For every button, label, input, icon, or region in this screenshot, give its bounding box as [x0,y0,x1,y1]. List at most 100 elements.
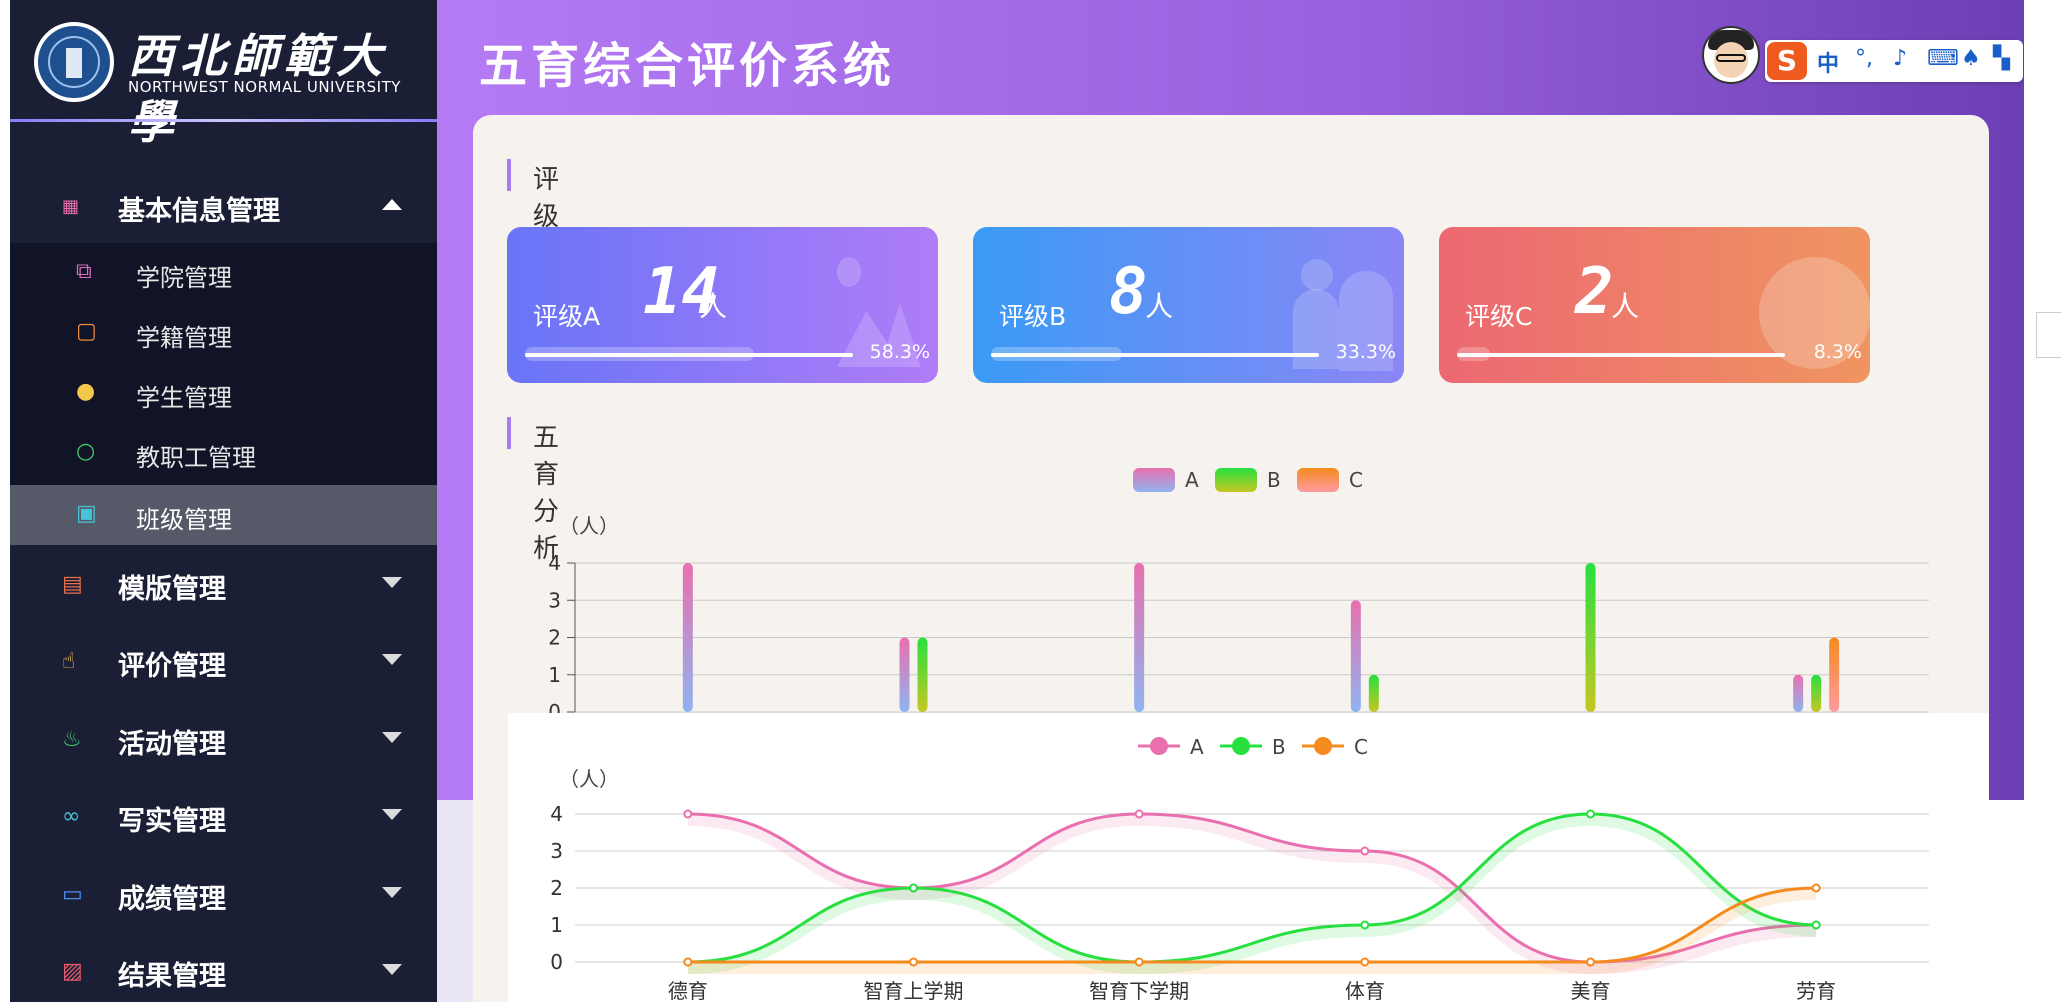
keyboard-icon[interactable]: ⌨ [1927,46,1959,71]
grade-unit: 人 [1611,290,1640,323]
legend-marker [1232,737,1250,755]
nav-group-evaluation[interactable]: ☝ 评价管理 [10,622,437,698]
y-tick-label: 4 [548,551,561,575]
toolbox-icon[interactable]: ▚ [1993,46,2010,71]
grade-unit: 人 [699,290,728,323]
nav-group-template[interactable]: ▤ 模版管理 [10,545,437,621]
punctuation-icon[interactable]: °, [1855,46,1873,71]
sidebar-item-label: 学籍管理 [136,324,232,352]
ime-mode-button[interactable]: 中 [1817,46,1839,78]
bar-a [682,563,693,712]
nav-group-activity[interactable]: ♨ 活动管理 [10,700,437,776]
grade-label: 评级A [533,302,601,331]
grade-card-c: 评级C 2 人 8.3% [1439,227,1870,383]
university-logo: 西北師範大學 NORTHWEST NORMAL UNIVERSITY [10,0,437,149]
avatar[interactable] [1702,26,1760,84]
data-point-b [1586,809,1595,819]
sidebar-item-label: 学生管理 [136,384,232,412]
bar-b [1368,674,1379,712]
photo-icon: ▣ [76,501,97,526]
bar-b [1585,563,1596,712]
nav-group-label: 基本信息管理 [118,196,280,227]
data-point-a [1360,846,1370,856]
nav-group-record[interactable]: ∞ 写实管理 [10,777,437,853]
legend-label: B [1267,468,1281,492]
y-tick-label: 0 [550,950,563,974]
y-tick-label: 2 [548,626,561,650]
sidebar-item-classes[interactable]: ▣ 班级管理 [10,485,437,545]
ime-toolbar[interactable]: S 中 °, ♪ ⌨ ♠ ▚ [1765,40,2023,82]
sidebar-item-label: 教职工管理 [136,444,256,472]
ime-logo-icon[interactable]: S [1767,42,1807,80]
data-point-c [683,957,693,967]
bar-a [1134,563,1145,712]
legend-label: B [1272,735,1286,759]
legend-label: A [1185,468,1199,492]
data-point-c [1586,957,1595,967]
data-point-c [1811,883,1821,893]
flame-icon: ♨ [62,727,82,752]
nav-group-label: 活动管理 [118,729,226,760]
nav-group-basic-info[interactable]: ▦ 基本信息管理 [10,167,437,243]
bar-a [1793,674,1804,712]
nav-group-score[interactable]: ▭ 成绩管理 [10,855,437,931]
bar-a [899,637,910,712]
grade-percent: 8.3% [1813,341,1862,363]
image-icon: ▨ [62,959,83,984]
grade-label: 评级C [1465,302,1533,331]
sidebar-item-staff[interactable]: ○ 教职工管理 [10,423,437,483]
skin-icon[interactable]: ♠ [1961,46,1981,71]
note-icon: ▢ [76,319,97,344]
sidebar-item-college[interactable]: ⧉ 学院管理 [10,243,437,303]
data-point-c [909,957,918,967]
legend-swatch [1133,468,1175,492]
grade-card-a: 评级A 14 人 58.3% [507,227,938,383]
clipboard-icon: ▤ [62,572,83,597]
sidebar: 西北師範大學 NORTHWEST NORMAL UNIVERSITY ▦ 基本信… [10,0,437,1002]
grade-unit: 人 [1145,290,1174,323]
thumbs-up-icon: ☝ [62,649,76,674]
data-point-a [1134,809,1144,819]
data-point-b [1811,920,1821,930]
university-emblem-icon [34,22,114,102]
sidebar-item-students[interactable]: ● 学生管理 [10,363,437,423]
legend-label: C [1349,468,1363,492]
page-title: 五育综合评价系统 [479,38,896,94]
nav-group-label: 评价管理 [118,651,226,682]
grade-count: 8 [1109,255,1148,329]
x-tick-label: 德育 [668,979,708,1002]
x-tick-label: 劳育 [1796,979,1836,1002]
chevron-down-icon [382,654,402,665]
presentation-icon: ▭ [62,882,83,907]
data-point-b [1360,920,1370,930]
sidebar-item-student-status[interactable]: ▢ 学籍管理 [10,303,437,363]
legend-marker [1150,737,1168,755]
legend-swatch [1297,468,1339,492]
nav-group-label: 写实管理 [118,806,226,837]
data-point-c [1134,957,1144,967]
submenu-basic-info: ⧉ 学院管理 ▢ 学籍管理 ● 学生管理 ○ 教职工管理 ▣ 班级管理 [10,243,437,545]
sidebar-item-label: 学院管理 [136,264,232,292]
nav-group-label: 结果管理 [118,961,226,992]
nav-group-result[interactable]: ▨ 结果管理 [10,932,437,1002]
bar-a [1350,600,1361,712]
grade-card-b: 评级B 8 人 33.3% [973,227,1404,383]
x-tick-label: 美育 [1571,979,1611,1002]
microphone-icon[interactable]: ♪ [1893,46,1907,71]
y-tick-label: 1 [548,663,561,687]
line-chart-svg: A B C （人） 0 1 2 3 4 德育 智育上学期 智育下学期 体育 美育 劳育 [550,735,1929,1003]
grade-percent: 58.3% [869,341,930,363]
grade-count: 2 [1575,255,1614,329]
data-point-b [909,883,918,893]
user-icon: ● [76,379,96,404]
bar-b [1811,674,1822,712]
legend-marker [1314,737,1332,755]
bar-c [1829,637,1840,712]
grade-label: 评级B [999,302,1067,331]
chevron-down-icon [382,577,402,588]
x-tick-label: 智育上学期 [864,979,964,1002]
y-axis-label: （人） [559,514,619,538]
scroll-handle[interactable] [2036,312,2061,358]
logo-divider [10,119,437,122]
user-outline-icon: ○ [76,439,96,464]
